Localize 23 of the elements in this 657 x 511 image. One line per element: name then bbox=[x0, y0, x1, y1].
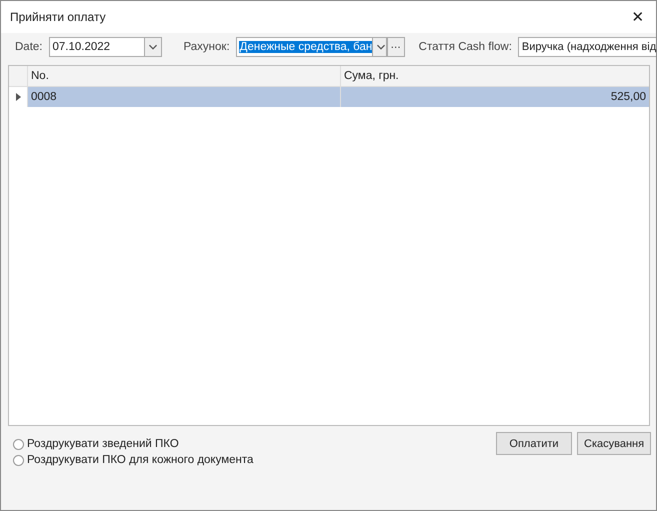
radio-button[interactable] bbox=[13, 438, 24, 450]
date-label: Date: bbox=[15, 41, 42, 53]
window-title: Прийняти оплату bbox=[10, 10, 106, 24]
pay-button[interactable]: Оплатити bbox=[496, 432, 572, 455]
date-field[interactable]: 07.10.2022 bbox=[48, 37, 162, 57]
option-label: Роздрукувати зведений ПКО bbox=[27, 438, 179, 450]
browse-button[interactable]: ··· bbox=[386, 37, 405, 57]
dropdown-icon[interactable] bbox=[372, 38, 386, 56]
close-button[interactable]: ✕ bbox=[620, 2, 656, 32]
account-field[interactable]: Денежные средства, бан bbox=[236, 37, 387, 57]
table-cell: 525,00 bbox=[341, 87, 649, 107]
dropdown-icon[interactable] bbox=[144, 38, 160, 56]
cash-flow-label: Стаття Cash flow: bbox=[418, 41, 512, 53]
column-header[interactable]: Сума, грн. bbox=[341, 66, 649, 86]
table-row[interactable]: 0008 525,00 bbox=[9, 87, 649, 107]
radio-button[interactable] bbox=[13, 454, 24, 466]
cancel-button[interactable]: Скасування bbox=[577, 432, 651, 455]
column-header[interactable]: No. bbox=[28, 66, 341, 86]
cash-flow-field[interactable]: Виручка (надходження від bbox=[518, 37, 656, 57]
row-pointer-icon bbox=[16, 93, 20, 101]
option-label: Роздрукувати ПКО для кожного документа bbox=[27, 454, 254, 466]
account-label: Рахунок: bbox=[184, 41, 230, 53]
table-cell: 0008 bbox=[28, 87, 341, 107]
